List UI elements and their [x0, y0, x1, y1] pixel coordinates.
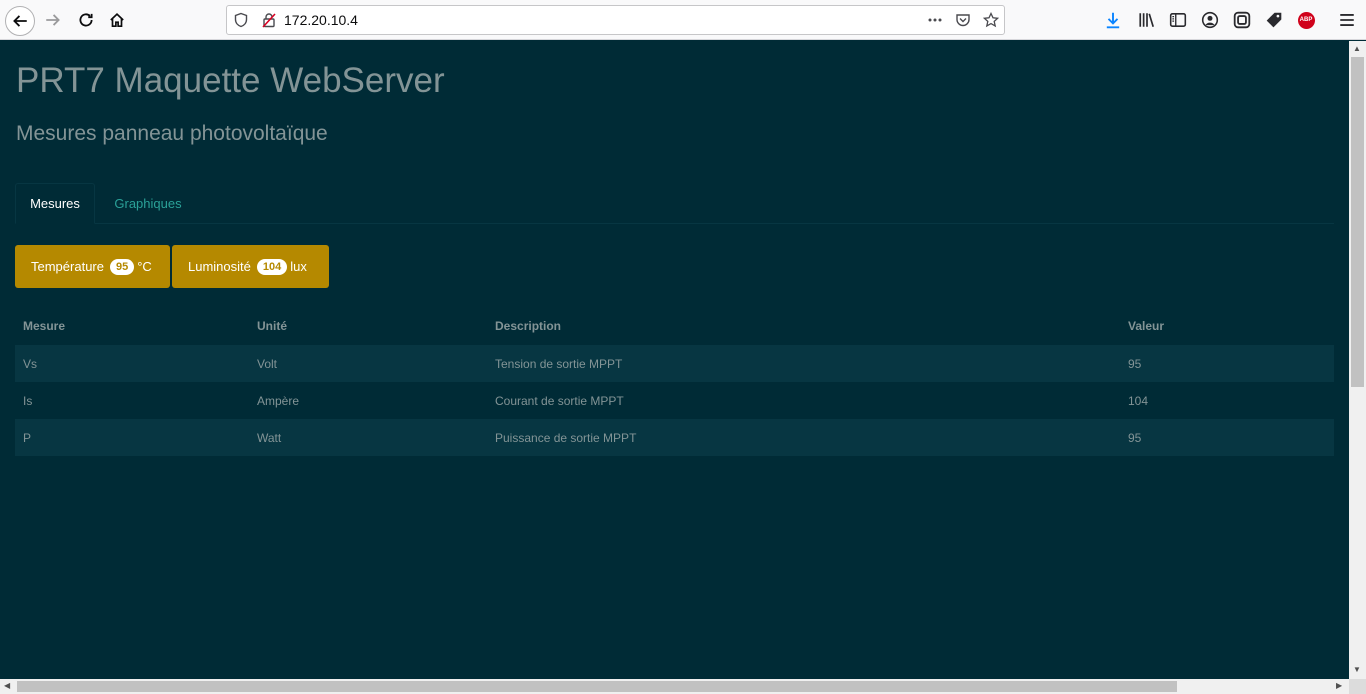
page-subtitle: Mesures panneau photovoltaïque	[16, 122, 328, 145]
temperature-unit: °C	[137, 259, 152, 274]
scroll-up-arrow-icon[interactable]: ▲	[1353, 44, 1361, 53]
page-title: PRT7 Maquette WebServer	[16, 61, 445, 100]
cell-unite: Watt	[257, 430, 282, 445]
vertical-scrollbar[interactable]: ▲ ▼	[1349, 41, 1366, 679]
broken-lock-icon[interactable]	[261, 12, 277, 28]
cell-description: Puissance de sortie MPPT	[495, 430, 637, 445]
column-header-unite: Unité	[257, 319, 287, 333]
scroll-down-arrow-icon[interactable]: ▼	[1353, 665, 1361, 674]
cell-valeur: 95	[1128, 430, 1142, 445]
page-content: PRT7 Maquette WebServer Mesures panneau …	[0, 41, 1349, 679]
temperature-button[interactable]: Température 95 °C	[15, 245, 170, 288]
tab-graphiques[interactable]: Graphiques	[113, 183, 183, 224]
abp-icon[interactable]: ABP	[1297, 11, 1315, 29]
luminosity-button[interactable]: Luminosité 104 lux	[172, 245, 329, 288]
measures-table: Mesure Unité Description Valeur Vs Volt …	[15, 307, 1334, 456]
scrollbar-corner	[1349, 679, 1366, 694]
horizontal-scroll-thumb[interactable]	[17, 681, 1177, 692]
temperature-label: Température	[31, 259, 104, 274]
url-bar[interactable]: 172.20.10.4	[226, 5, 1005, 35]
forward-arrow-icon[interactable]	[39, 6, 67, 34]
horizontal-scrollbar[interactable]: ◀ ▶	[0, 679, 1349, 694]
column-header-mesure: Mesure	[23, 319, 66, 333]
cell-mesure: Is	[23, 393, 33, 408]
tag-icon[interactable]	[1265, 11, 1283, 29]
url-text[interactable]: 172.20.10.4	[284, 12, 358, 28]
back-arrow-icon[interactable]	[5, 6, 35, 36]
cell-description: Tension de sortie MPPT	[495, 356, 623, 371]
star-icon[interactable]	[982, 11, 1000, 28]
tab-mesures[interactable]: Mesures	[15, 183, 95, 224]
scroll-right-arrow-icon[interactable]: ▶	[1336, 681, 1342, 690]
library-icon[interactable]	[1138, 11, 1156, 29]
cell-description: Courant de sortie MPPT	[495, 393, 624, 408]
browser-toolbar: 172.20.10.4 ABP	[0, 0, 1366, 40]
cell-valeur: 95	[1128, 356, 1142, 371]
luminosity-value-badge: 104	[256, 258, 288, 275]
cell-mesure: P	[23, 430, 32, 445]
account-icon[interactable]	[1201, 11, 1219, 29]
shield-icon[interactable]	[233, 12, 249, 28]
hamburger-menu-icon[interactable]	[1338, 11, 1356, 29]
table-header-row: Mesure Unité Description Valeur	[15, 307, 1334, 345]
container-icon[interactable]	[1233, 11, 1251, 29]
luminosity-label: Luminosité	[188, 259, 251, 274]
pocket-icon[interactable]	[955, 12, 971, 28]
more-icon[interactable]	[927, 12, 943, 28]
scroll-left-arrow-icon[interactable]: ◀	[4, 681, 10, 690]
cell-unite: Ampère	[257, 393, 300, 408]
column-header-valeur: Valeur	[1128, 319, 1165, 333]
cell-unite: Volt	[257, 356, 278, 371]
abp-label: ABP	[1297, 11, 1315, 29]
cell-mesure: Vs	[23, 356, 38, 371]
luminosity-unit: lux	[290, 259, 307, 274]
table-row: Is Ampère Courant de sortie MPPT 104	[15, 382, 1334, 419]
table-row: P Watt Puissance de sortie MPPT 95	[15, 419, 1334, 456]
table-row: Vs Volt Tension de sortie MPPT 95	[15, 345, 1334, 382]
home-icon[interactable]	[103, 6, 131, 34]
cell-valeur: 104	[1128, 393, 1149, 408]
reload-icon[interactable]	[72, 6, 100, 34]
tab-bar: Mesures Graphiques	[15, 183, 1334, 224]
column-header-description: Description	[495, 319, 562, 333]
download-icon[interactable]	[1104, 11, 1122, 29]
vertical-scroll-thumb[interactable]	[1351, 57, 1364, 387]
sidebar-icon[interactable]	[1169, 11, 1187, 29]
temperature-value-badge: 95	[109, 258, 135, 275]
